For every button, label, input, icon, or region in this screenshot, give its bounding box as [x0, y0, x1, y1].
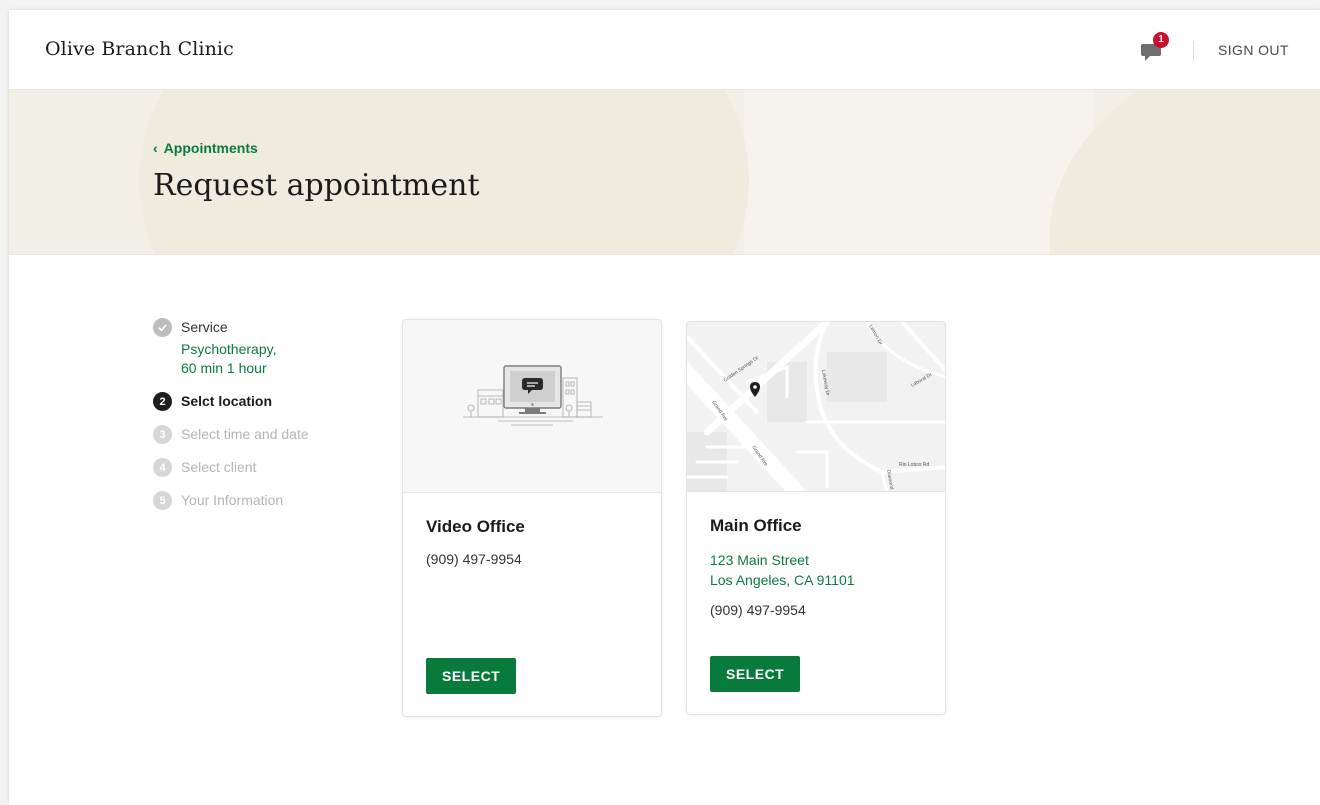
back-link-label: Appointments [163, 140, 258, 156]
step-service-detail: Psychotherapy, 60 min 1 hour [181, 340, 276, 378]
step-information: 5 Your Information [153, 491, 373, 510]
step-number-badge: 2 [153, 392, 172, 411]
top-bar: Olive Branch Clinic 1 SIGN OUT [9, 10, 1320, 90]
chevron-left-icon: ‹ [153, 140, 158, 156]
select-video-office-button[interactable]: SELECT [426, 658, 517, 694]
step-location: 2 Selct location [153, 392, 373, 411]
address-line-2: Los Angeles, CA 91101 [710, 572, 855, 588]
notifications-button[interactable]: 1 [1140, 32, 1169, 64]
video-office-illustration [403, 320, 661, 493]
location-card-video-office: Video Office (909) 497-9954 SELECT [402, 319, 662, 717]
service-duration: 60 min 1 hour [181, 360, 267, 376]
step-label: Your Information [181, 492, 284, 508]
app-window: Olive Branch Clinic 1 SIGN OUT ‹ Appoint… [9, 10, 1320, 805]
step-service[interactable]: Service Psychotherapy, 60 min 1 hour [153, 318, 373, 378]
location-name: Video Office [426, 517, 525, 536]
hero-decoration [744, 90, 1094, 254]
location-phone: (909) 497-9954 [710, 602, 806, 618]
clinic-name: Olive Branch Clinic [45, 38, 234, 60]
step-time-date: 3 Select time and date [153, 425, 373, 444]
card-body: Video Office (909) 497-9954 [403, 493, 661, 591]
location-address-link[interactable]: 123 Main Street Los Angeles, CA 91101 [710, 550, 922, 590]
step-label: Select client [181, 459, 257, 475]
back-to-appointments-link[interactable]: ‹ Appointments [153, 140, 258, 156]
step-number-badge: 4 [153, 458, 172, 477]
map-street-label: Rio Lobos Rd [899, 462, 930, 468]
sign-out-link[interactable]: SIGN OUT [1218, 42, 1289, 58]
notification-badge: 1 [1153, 32, 1169, 48]
step-client: 4 Select client [153, 458, 373, 477]
location-name: Main Office [710, 516, 802, 535]
map-image: Golden Springs Dr Grand Ave Grand Ave La… [687, 322, 945, 491]
step-number-badge: 3 [153, 425, 172, 444]
address-line-1: 123 Main Street [710, 552, 809, 568]
service-name: Psychotherapy, [181, 341, 277, 357]
check-icon [153, 318, 172, 337]
select-main-office-button[interactable]: SELECT [710, 656, 801, 692]
step-label: Select time and date [181, 426, 309, 442]
step-label: Service [181, 319, 228, 335]
card-body: Main Office 123 Main Street Los Angeles,… [687, 492, 945, 642]
step-list: Service Psychotherapy, 60 min 1 hour 2 S… [153, 318, 373, 524]
step-number-badge: 5 [153, 491, 172, 510]
header-divider [1193, 41, 1194, 61]
video-office-building-icon [463, 365, 603, 426]
step-label: Selct location [181, 393, 273, 409]
location-phone: (909) 497-9954 [426, 551, 522, 567]
location-card-main-office: Golden Springs Dr Grand Ave Grand Ave La… [686, 321, 946, 715]
hero-banner: ‹ Appointments Request appointment [9, 90, 1320, 255]
page-title: Request appointment [153, 168, 480, 203]
main-office-map[interactable]: Golden Springs Dr Grand Ave Grand Ave La… [687, 322, 945, 492]
